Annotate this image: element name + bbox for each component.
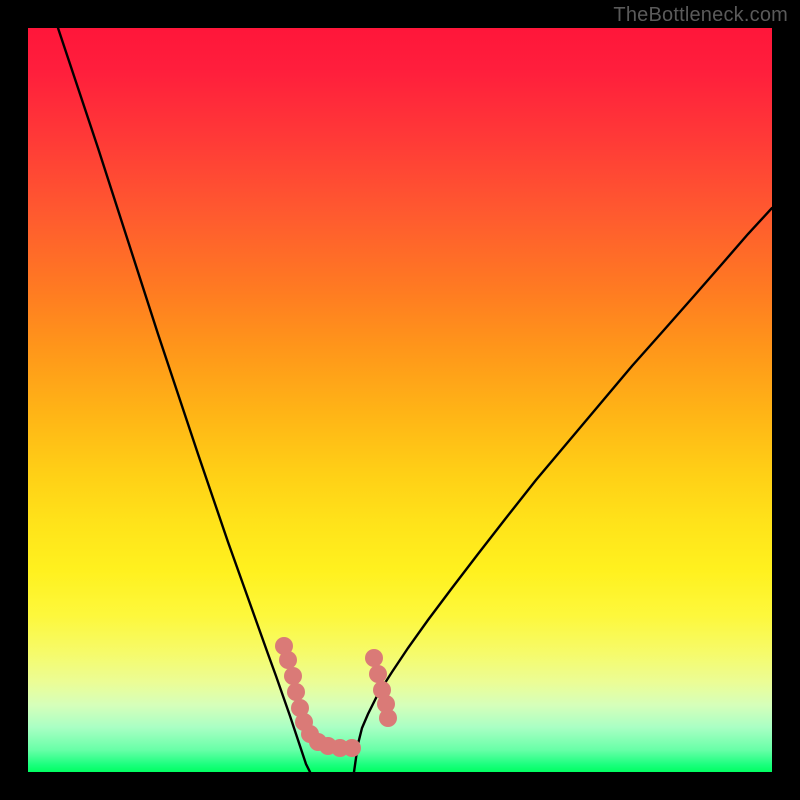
marker-dot bbox=[279, 651, 297, 669]
chart-overlay bbox=[28, 28, 772, 772]
data-markers bbox=[275, 637, 397, 757]
marker-dot bbox=[284, 667, 302, 685]
marker-dot bbox=[365, 649, 383, 667]
plot-area bbox=[28, 28, 772, 772]
curve-right bbox=[354, 208, 772, 772]
marker-dot bbox=[343, 739, 361, 757]
curve-left bbox=[58, 28, 310, 772]
marker-dot bbox=[379, 709, 397, 727]
outer-black-frame: TheBottleneck.com bbox=[0, 0, 800, 800]
marker-dot bbox=[369, 665, 387, 683]
marker-dot bbox=[287, 683, 305, 701]
watermark-text: TheBottleneck.com bbox=[613, 4, 788, 27]
